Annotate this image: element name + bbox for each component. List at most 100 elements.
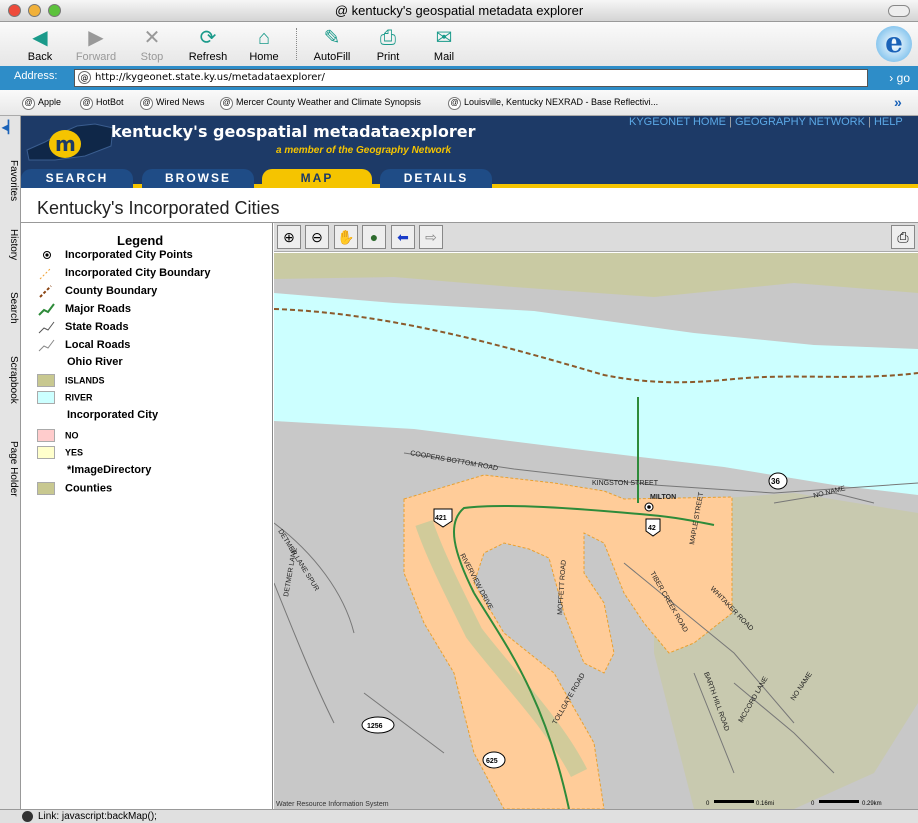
address-url: http://kygeonet.state.ky.us/metadataexpl…	[95, 72, 325, 83]
no-swatch	[37, 429, 55, 442]
home-label: Home	[249, 51, 279, 63]
autofill-icon: ✎	[323, 27, 341, 49]
print-button[interactable]: ⎙ Print	[360, 24, 416, 63]
home-icon: ⌂	[257, 27, 271, 49]
road-label-kingston: KINGSTON STREET	[592, 480, 659, 487]
sidetab-page-holder[interactable]: Page Holder	[2, 430, 19, 508]
legend-label: County Boundary	[65, 285, 158, 297]
river-swatch	[37, 391, 55, 404]
site-tab-row: SEARCH BROWSE MAP DETAILS	[21, 168, 918, 188]
legend-item: Incorporated City	[67, 409, 158, 425]
window-title-icon: @	[334, 3, 352, 18]
map-canvas[interactable]: COOPERS BOTTOM ROAD KINGSTON STREET MILT…	[274, 253, 918, 809]
legend-item: NO	[37, 429, 79, 445]
print-map-icon[interactable]: ⎙	[891, 225, 915, 249]
legend-label: State Roads	[65, 321, 129, 333]
scale-bar-mi	[714, 800, 754, 803]
sidetab-search[interactable]: Search	[2, 286, 19, 330]
kentucky-m-logo-icon: m	[26, 123, 114, 161]
route-625-label: 625	[486, 758, 498, 765]
minimize-window-button[interactable]	[28, 4, 41, 17]
svg-text:m: m	[55, 132, 76, 156]
favorite-link[interactable]: Apple	[22, 97, 61, 110]
tab-browse[interactable]: BROWSE	[142, 169, 254, 188]
legend-item: ISLANDS	[37, 374, 105, 390]
forward-extent-arrow-icon[interactable]: ⇨	[419, 225, 443, 249]
forward-button[interactable]: ▶ Forward	[68, 24, 124, 63]
city-boundary-icon	[37, 266, 57, 280]
page-icon: @	[78, 71, 91, 84]
legend-label: ISLANDS	[65, 375, 105, 386]
site-brand: kentucky's geospatial metadataexplorer	[111, 122, 476, 141]
city-point-icon	[37, 248, 57, 262]
zoom-window-button[interactable]	[48, 4, 61, 17]
kygeonet-home-link[interactable]: KYGEONET HOME	[629, 116, 726, 128]
map-view[interactable]: COOPERS BOTTOM ROAD KINGSTON STREET MILT…	[274, 253, 918, 809]
route-36-label: 36	[771, 477, 780, 486]
tab-details[interactable]: DETAILS	[380, 169, 492, 188]
milton-city-point-center	[647, 505, 651, 509]
window-titlebar: @ kentucky's geospatial metadata explore…	[0, 0, 918, 22]
islands-swatch	[37, 374, 55, 387]
tab-search[interactable]: SEARCH	[21, 169, 133, 188]
pan-hand-icon[interactable]: ✋	[334, 225, 358, 249]
favorite-link[interactable]: Louisville, Kentucky NEXRAD - Base Refle…	[448, 97, 658, 110]
stop-button[interactable]: ✕ Stop	[124, 24, 180, 63]
refresh-button[interactable]: ⟳ Refresh	[180, 24, 236, 63]
geography-network-link[interactable]: GEOGRAPHY NETWORK	[735, 116, 865, 128]
legend-item: YES	[37, 446, 83, 462]
favorite-link[interactable]: Mercer County Weather and Climate Synops…	[220, 97, 421, 110]
tab-map[interactable]: MAP	[262, 169, 372, 188]
zoom-in-icon[interactable]: ⊕	[277, 225, 301, 249]
favorite-link[interactable]: Wired News	[140, 97, 205, 110]
stop-x-icon: ✕	[143, 27, 161, 49]
legend-item: Incorporated City Points	[37, 248, 193, 264]
address-input[interactable]: @ http://kygeonet.state.ky.us/metadataexp…	[74, 69, 868, 87]
toolbar-toggle-button[interactable]	[888, 5, 910, 17]
back-extent-arrow-icon[interactable]: ⬅	[391, 225, 415, 249]
city-label-milton: MILTON	[650, 494, 676, 501]
zoom-out-icon[interactable]: ⊖	[305, 225, 329, 249]
go-arrow-icon: ›	[889, 71, 894, 85]
status-text: Link: javascript:backMap();	[38, 811, 157, 822]
address-bar: Address: @ http://kygeonet.state.ky.us/me…	[0, 66, 918, 90]
browser-toolbar: ◀ Back ▶ Forward ✕ Stop ⟳ Refresh ⌂ Home ✎ Aut…	[0, 22, 918, 66]
address-label: Address:	[14, 70, 58, 82]
mail-button[interactable]: ✉ Mail	[416, 24, 472, 63]
more-favorites-icon[interactable]: »	[894, 94, 902, 110]
go-button[interactable]: › go	[872, 69, 918, 87]
close-window-button[interactable]	[8, 4, 21, 17]
major-road-icon	[37, 302, 57, 316]
forward-label: Forward	[75, 51, 117, 63]
full-extent-globe-icon[interactable]: ●	[362, 225, 386, 249]
sidetab-favorites[interactable]: Favorites	[2, 144, 19, 218]
stop-label: Stop	[140, 51, 164, 63]
refresh-label: Refresh	[188, 51, 228, 63]
sidebar-toggle-icon[interactable]: ◂▏	[2, 120, 17, 134]
back-label: Back	[27, 51, 53, 63]
legend-label: *ImageDirectory	[67, 464, 152, 477]
legend-label: Incorporated City	[67, 409, 159, 422]
legend-item: Incorporated City Boundary	[37, 266, 210, 282]
help-link[interactable]: HELP	[874, 116, 903, 128]
sidetab-scrapbook[interactable]: Scrapbook	[2, 344, 19, 416]
toolbar-divider	[296, 28, 297, 60]
mail-icon: ✉	[435, 27, 453, 49]
autofill-button[interactable]: ✎ AutoFill	[304, 24, 360, 63]
site-top-links: KYGEONET HOME | GEOGRAPHY NETWORK | HELP	[629, 116, 903, 128]
printer-icon: ⎙	[380, 27, 396, 49]
legend-label: Ohio River	[67, 356, 123, 369]
home-button[interactable]: ⌂ Home	[236, 24, 292, 63]
favorite-link[interactable]: HotBot	[80, 97, 124, 110]
legend-item: Local Roads	[37, 338, 130, 354]
scale-bar-km	[819, 800, 859, 803]
map-toolbar: ⊕ ⊖ ✋ ● ⬅ ⇨ ⎙	[274, 223, 918, 252]
sidetab-history[interactable]: History	[2, 220, 19, 270]
back-button[interactable]: ◀ Back	[12, 24, 68, 63]
globe-status-icon	[22, 811, 33, 822]
county-boundary-icon	[37, 284, 57, 298]
forward-arrow-icon: ▶	[88, 27, 104, 49]
favorites-bar: Apple HotBot Wired News Mercer County We…	[0, 90, 918, 116]
legend-label: RIVER	[65, 392, 93, 403]
state-road-icon	[37, 320, 57, 334]
